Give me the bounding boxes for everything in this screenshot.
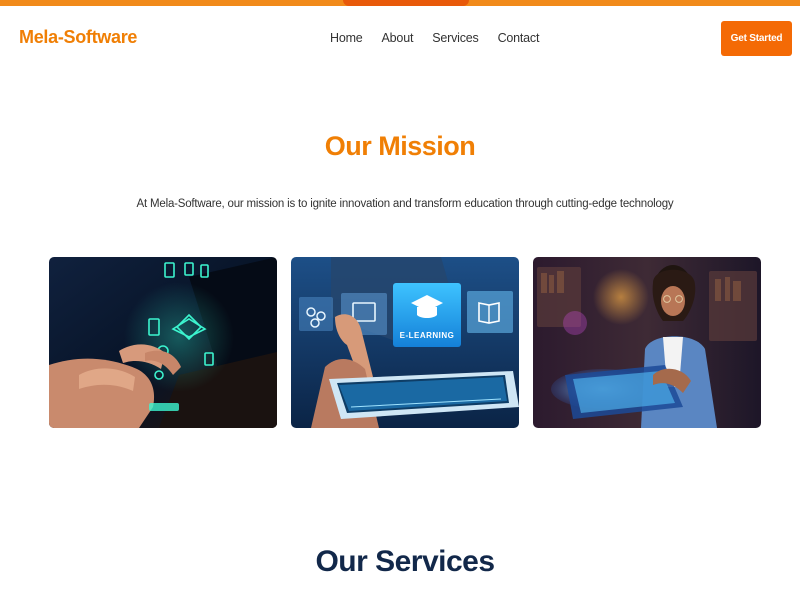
main-nav: Home About Services Contact [330, 31, 558, 45]
nav-link-about[interactable]: About [382, 31, 414, 45]
e-learning-label: E-LEARNING [400, 331, 455, 340]
mission-image-typing-laptop [49, 257, 277, 428]
services-title: Our Services [315, 545, 495, 578]
mission-image-e-learning: E-LEARNING [291, 257, 519, 428]
typing-laptop-image [49, 257, 277, 428]
top-accent-tab [343, 0, 469, 6]
nav-link-home[interactable]: Home [330, 31, 363, 45]
mission-image-student-tablet [533, 257, 761, 428]
nav-link-services[interactable]: Services [432, 31, 479, 45]
mission-title: Our Mission [324, 131, 476, 161]
get-started-button[interactable]: Get Started [721, 21, 792, 56]
nav-link-contact[interactable]: Contact [498, 31, 540, 45]
student-tablet-image [533, 257, 761, 428]
mission-text: At Mela-Software, our mission is to igni… [136, 198, 674, 210]
e-learning-image: E-LEARNING [291, 257, 519, 428]
site-logo[interactable]: Mela-Software [19, 27, 137, 48]
